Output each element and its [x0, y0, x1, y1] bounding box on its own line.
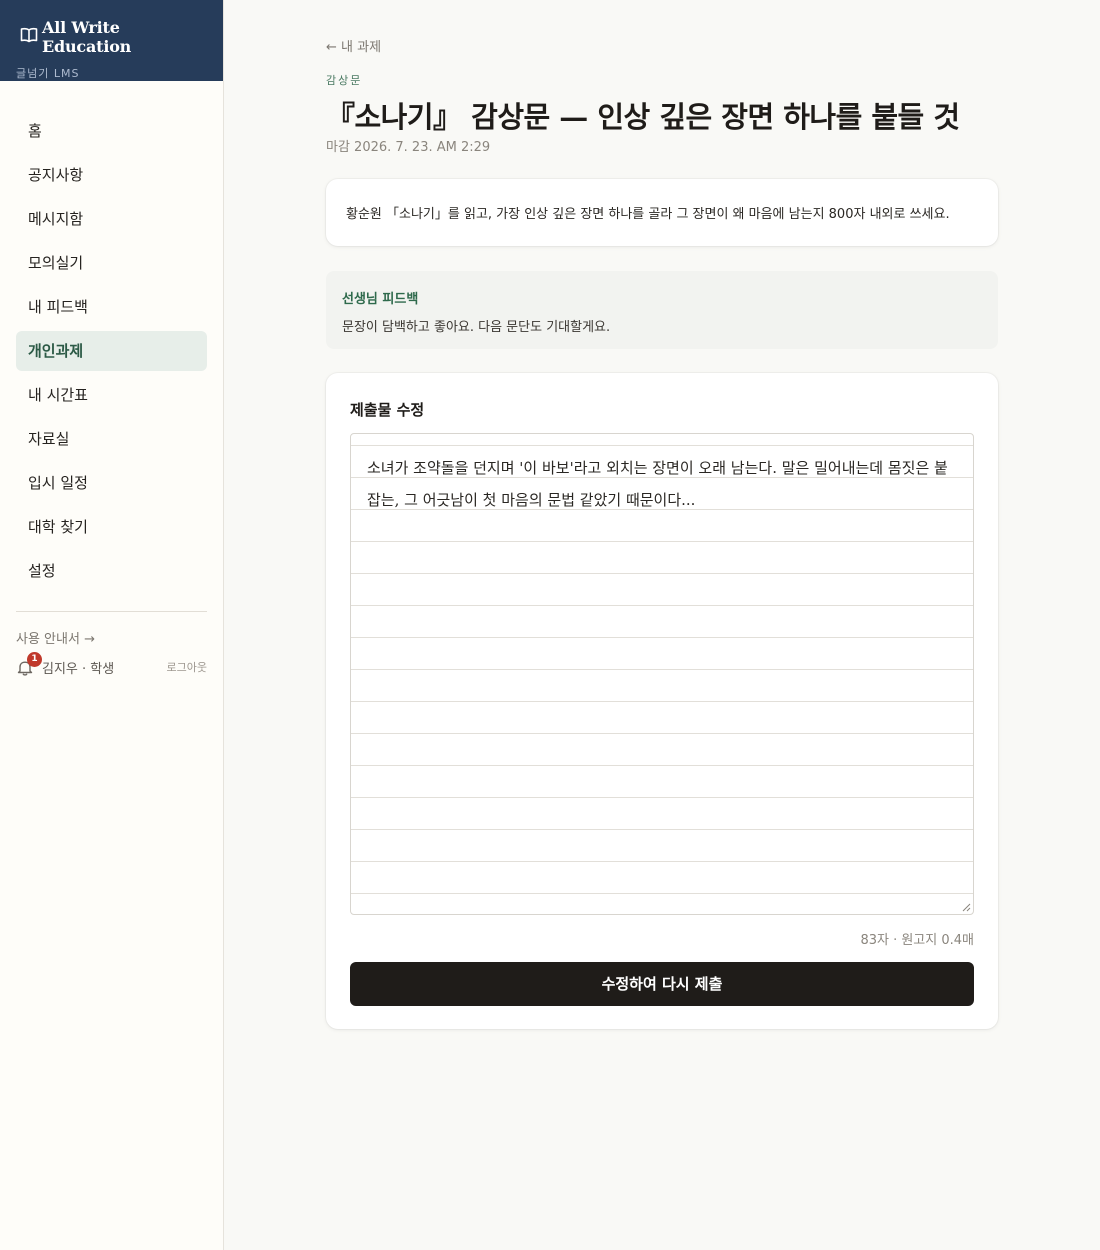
assignment-category: 감상문	[326, 74, 363, 87]
brand-header[interactable]: All Write Education 글넘기 LMS	[0, 0, 223, 81]
sidebar: All Write Education 글넘기 LMS 홈 공지사항 메시지함 …	[0, 0, 224, 1250]
resubmit-button[interactable]: 수정하여 다시 제출	[350, 962, 974, 1006]
character-counter: 83자 · 원고지 0.4매	[860, 933, 974, 948]
logout-button[interactable]: 로그아웃	[167, 659, 207, 675]
edit-section-title: 제출물 수정	[350, 401, 425, 419]
sidebar-divider	[16, 611, 207, 612]
feedback-text: 문장이 담백하고 좋아요. 다음 문단도 기대할게요.	[342, 320, 611, 335]
brand-title-row: All Write Education	[20, 18, 207, 56]
submission-edit-card: 제출물 수정 소녀가 조약돌을 던지며 '이 바보'라고 외치는 장면이 오래 …	[326, 373, 998, 1029]
essay-text: 소녀가 조약돌을 던지며 '이 바보'라고 외치는 장면이 오래 남는다. 말은…	[367, 459, 948, 509]
sidebar-item-mock-exam[interactable]: 모의실기	[16, 243, 207, 283]
brand-name: All Write Education	[42, 18, 132, 56]
sidebar-item-find-university[interactable]: 대학 찾기	[16, 507, 207, 547]
assignment-prompt-card: 황순원 「소나기」를 읽고, 가장 인상 깊은 장면 하나를 골라 그 장면이 …	[326, 179, 998, 246]
assignment-prompt: 황순원 「소나기」를 읽고, 가장 인상 깊은 장면 하나를 골라 그 장면이 …	[346, 207, 950, 222]
resize-grip-icon[interactable]	[962, 903, 971, 912]
sidebar-item-timetable[interactable]: 내 시간표	[16, 375, 207, 415]
brand-subtitle: 글넘기 LMS	[16, 67, 80, 80]
assignment-deadline: 마감 2026. 7. 23. AM 2:29	[326, 140, 491, 155]
feedback-title: 선생님 피드백	[342, 292, 419, 307]
essay-textarea[interactable]: 소녀가 조약돌을 던지며 '이 바보'라고 외치는 장면이 오래 남는다. 말은…	[350, 433, 974, 915]
sidebar-item-home[interactable]: 홈	[16, 111, 207, 151]
sidebar-nav: 홈 공지사항 메시지함 모의실기 내 피드백 개인과제 내 시간표 자료실 입시…	[0, 81, 223, 591]
user-guide-link[interactable]: 사용 안내서 →	[16, 628, 207, 647]
notification-badge: 1	[27, 652, 42, 667]
teacher-feedback-card: 선생님 피드백 문장이 담백하고 좋아요. 다음 문단도 기대할게요.	[326, 271, 998, 349]
book-open-icon	[20, 27, 38, 47]
sidebar-item-settings[interactable]: 설정	[16, 551, 207, 591]
sidebar-item-admission-schedule[interactable]: 입시 일정	[16, 463, 207, 503]
sidebar-item-notices[interactable]: 공지사항	[16, 155, 207, 195]
user-name: 김지우 · 학생	[42, 661, 115, 677]
sidebar-item-my-feedback[interactable]: 내 피드백	[16, 287, 207, 327]
back-link[interactable]: ← 내 과제	[326, 36, 381, 55]
sidebar-item-library[interactable]: 자료실	[16, 419, 207, 459]
sidebar-item-assignments[interactable]: 개인과제	[16, 331, 207, 371]
sidebar-item-messages[interactable]: 메시지함	[16, 199, 207, 239]
notification-button[interactable]: 1	[16, 652, 42, 677]
page-title: 『소나기』 감상문 — 인상 깊은 장면 하나를 붙들 것	[326, 100, 960, 134]
user-row: 1 김지우 · 학생 로그아웃	[16, 652, 207, 677]
